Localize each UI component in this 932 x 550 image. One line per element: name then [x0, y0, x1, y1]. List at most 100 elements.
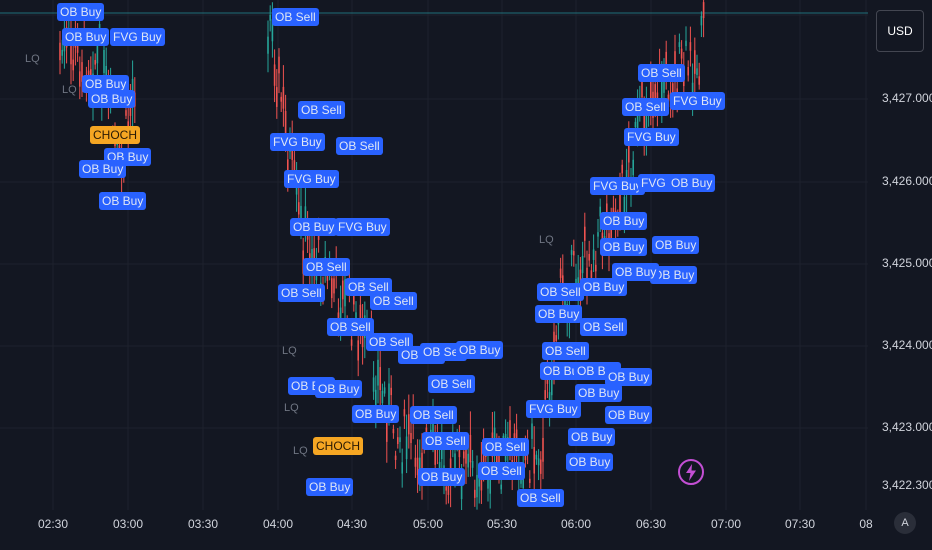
candle-body	[700, 16, 703, 26]
price-label: 3,425.000	[882, 256, 932, 270]
signal-tag: OB Buy	[88, 90, 136, 108]
candle-body	[469, 434, 472, 463]
candle-body	[125, 110, 127, 116]
signal-tag: OB Sell	[303, 258, 350, 276]
candle-body	[357, 340, 359, 361]
signal-tag: OB Buy	[290, 218, 338, 236]
liquidity-marker: LQ	[282, 345, 297, 357]
auto-scale-button[interactable]: A	[894, 512, 916, 534]
signal-tag: OB Buy	[668, 174, 716, 192]
candle-body	[394, 455, 397, 460]
candle-body	[597, 232, 599, 237]
candle-body	[592, 249, 595, 261]
time-label: 03:00	[112, 517, 144, 531]
candle-body	[474, 489, 476, 498]
time-label: 04:30	[336, 517, 368, 531]
liquidity-marker: LQ	[25, 53, 40, 65]
price-axis[interactable]: 3,427.000 3,426.000 3,425.000 3,424.000 …	[868, 0, 932, 510]
liquidity-marker: LQ	[293, 445, 308, 457]
signal-tag: OB Buy	[79, 160, 127, 178]
signal-tag: OB Buy	[99, 192, 147, 210]
signal-tag: OB Buy	[605, 406, 653, 424]
liquidity-marker: LQ	[62, 84, 77, 96]
candle-body	[584, 226, 586, 241]
candle-body	[500, 484, 502, 490]
signal-tag: OB Sell	[422, 432, 469, 450]
candle-body	[381, 390, 384, 404]
candle-body	[386, 422, 388, 442]
candle-body	[698, 76, 700, 85]
candle-body	[537, 458, 540, 466]
candle-body	[333, 278, 335, 294]
signal-tag: OB Buy	[600, 238, 648, 256]
candle-body	[641, 81, 643, 98]
signal-tag: OB Sell	[542, 342, 589, 360]
candle-body	[399, 437, 401, 443]
candle-body	[529, 478, 531, 483]
candle-body	[377, 359, 379, 386]
candle-body	[573, 251, 575, 256]
candle-body	[678, 42, 681, 48]
currency-button[interactable]: USD	[876, 10, 924, 52]
signal-tag: OB Buy	[352, 405, 400, 423]
candle-body	[632, 159, 634, 176]
candle-body	[59, 42, 61, 61]
time-label: 05:00	[412, 517, 444, 531]
signal-tag: OB Sell	[580, 318, 627, 336]
candle-body	[581, 255, 584, 274]
price-label: 3,424.000	[882, 338, 932, 352]
signal-tag: OB Sell	[428, 375, 475, 393]
price-label: 3,427.000	[882, 91, 932, 105]
candle-body	[588, 253, 590, 261]
candle-body	[570, 250, 573, 255]
time-label: 07:30	[784, 517, 816, 531]
lightning-icon[interactable]	[678, 459, 704, 485]
candle-body	[342, 280, 344, 300]
signal-tag: OB Buy	[605, 368, 653, 386]
signal-tag: FVG Buy	[526, 400, 581, 418]
liquidity-marker: LQ	[284, 402, 299, 414]
choch-label: CHOCH	[313, 437, 363, 455]
signal-tag: OB Sell	[410, 406, 457, 424]
price-label: 3,426.000	[882, 174, 932, 188]
signal-tag: FVG Buy	[110, 28, 165, 46]
signal-tag: FVG Buy	[270, 133, 325, 151]
candle-body	[685, 40, 687, 47]
candle-body	[555, 335, 557, 341]
candle-body	[273, 64, 276, 86]
candle-body	[278, 56, 280, 74]
signal-tag: OB Sell	[478, 462, 525, 480]
candle-body	[397, 437, 399, 445]
candle-body	[390, 387, 392, 396]
candle-body	[284, 110, 287, 135]
candle-body	[696, 68, 698, 75]
candle-body	[61, 49, 63, 56]
candle-body	[414, 457, 417, 467]
choch-label: CHOCH	[90, 126, 140, 144]
signal-tag: OB Buy	[57, 3, 105, 21]
candle-body	[392, 429, 395, 434]
candle-body	[687, 67, 689, 76]
candle-body	[542, 437, 544, 462]
time-label: 06:00	[560, 517, 592, 531]
chart-plot-area[interactable]: CHOCH CHOCH LQ LQ LQ LQ LQ LQ OB Buy OB …	[0, 0, 868, 510]
signal-tag: OB Sell	[278, 284, 325, 302]
signal-tag: OB Sell	[370, 292, 417, 310]
candle-body	[383, 387, 386, 394]
candle-body	[410, 433, 412, 443]
signal-tag: OB Buy	[575, 384, 623, 402]
candle-body	[445, 486, 447, 491]
candle-body	[689, 42, 692, 51]
liquidity-marker: LQ	[539, 234, 554, 246]
signal-tag: OB Buy	[62, 28, 110, 46]
candle-body	[79, 71, 81, 87]
signal-tag: FVG Buy	[624, 128, 679, 146]
candle-body	[331, 278, 333, 299]
signal-tag: OB Buy	[612, 263, 660, 281]
candle-body	[533, 446, 535, 474]
candle-body	[634, 121, 637, 128]
time-axis[interactable]: 02:30 03:00 03:30 04:00 04:30 05:00 05:3…	[0, 510, 873, 550]
time-label: 03:30	[187, 517, 219, 531]
candle-body	[72, 59, 74, 71]
candle-body	[269, 14, 271, 21]
